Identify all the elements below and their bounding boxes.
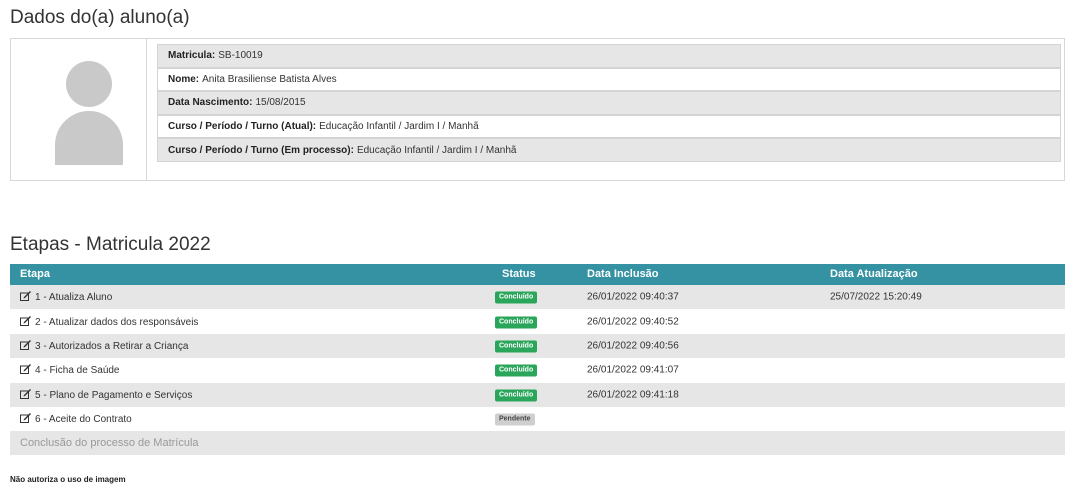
steps-table-header: Etapa Status Data Inclusão Data Atualiza… <box>10 264 1065 285</box>
student-photo-cell <box>11 39 147 180</box>
info-label: Curso / Período / Turno (Em processo): <box>168 144 354 156</box>
date-inclusao: 26/01/2022 09:41:18 <box>587 389 679 401</box>
info-row-nome: Nome: Anita Brasiliense Batista Alves <box>157 67 1061 92</box>
step-label: 1 - Atualiza Aluno <box>35 292 113 304</box>
info-label: Matricula: <box>168 50 216 62</box>
info-value: Educação Infantil / Jardim I / Manhã <box>319 121 479 133</box>
step-link[interactable]: 2 - Atualizar dados dos responsáveis <box>20 315 199 328</box>
step-link[interactable]: 6 - Aceite do Contrato <box>20 413 132 425</box>
edit-icon <box>20 315 31 326</box>
step-label: 6 - Aceite do Contrato <box>35 414 132 426</box>
table-row[interactable]: 3 - Autorizados a Retirar a Criança Conc… <box>10 333 1065 359</box>
avatar-placeholder-icon <box>55 61 123 165</box>
step-label: 5 - Plano de Pagamento e Serviços <box>35 389 193 401</box>
info-label: Data Nascimento: <box>168 97 253 109</box>
column-header-data-inclusao: Data Inclusão <box>587 268 659 280</box>
table-row[interactable]: 6 - Aceite do Contrato Pendente <box>10 406 1065 432</box>
info-row-matricula: Matricula: SB-10019 <box>157 44 1061 68</box>
status-badge: Pendente <box>495 413 535 426</box>
info-value: SB-10019 <box>218 50 263 62</box>
step-link[interactable]: 3 - Autorizados a Retirar a Criança <box>20 339 189 352</box>
info-label: Curso / Período / Turno (Atual): <box>168 121 317 133</box>
step-link[interactable]: 1 - Atualiza Aluno <box>20 291 112 303</box>
date-inclusao: 26/01/2022 09:40:56 <box>587 340 679 352</box>
final-step-label: Conclusão do processo de Matrícula <box>20 437 199 450</box>
final-step-row: Conclusão do processo de Matrícula <box>10 431 1065 456</box>
step-label: 2 - Atualizar dados dos responsáveis <box>35 316 199 328</box>
info-value: Educação Infantil / Jardim I / Manhã <box>356 144 517 156</box>
status-badge: Concluído <box>495 364 538 377</box>
edit-icon <box>20 413 31 424</box>
student-section-title: Dados do(a) aluno(a) <box>10 7 190 28</box>
date-inclusao: 26/01/2022 09:40:52 <box>587 316 679 328</box>
table-row[interactable]: 4 - Ficha de Saúde Concluído 26/01/2022 … <box>10 358 1065 383</box>
step-link[interactable]: 4 - Ficha de Saúde <box>20 364 120 376</box>
edit-icon <box>20 388 31 399</box>
step-link[interactable]: 5 - Plano de Pagamento e Serviços <box>20 388 193 401</box>
step-label: 3 - Autorizados a Retirar a Criança <box>35 340 189 352</box>
column-header-etapa: Etapa <box>20 268 50 280</box>
date-inclusao: 26/01/2022 09:41:07 <box>587 364 679 376</box>
date-inclusao: 26/01/2022 09:40:37 <box>587 291 679 303</box>
student-info-table: Matricula: SB-10019 Nome: Anita Brasilie… <box>157 44 1061 162</box>
edit-icon <box>20 339 31 350</box>
edit-icon <box>20 364 31 375</box>
info-row-curso-processo: Curso / Período / Turno (Em processo): E… <box>157 138 1061 162</box>
status-badge: Concluído <box>495 340 538 353</box>
info-row-curso-atual: Curso / Período / Turno (Atual): Educaçã… <box>157 114 1061 139</box>
status-badge: Concluído <box>495 316 538 329</box>
steps-section-title: Etapas - Matricula 2022 <box>10 234 211 255</box>
image-consent-note: Não autoriza o uso de imagem <box>10 475 126 484</box>
table-row[interactable]: 1 - Atualiza Aluno Concluído 26/01/2022 … <box>10 285 1065 310</box>
table-row[interactable]: 5 - Plano de Pagamento e Serviços Conclu… <box>10 382 1065 407</box>
student-info-panel: Matricula: SB-10019 Nome: Anita Brasilie… <box>10 38 1065 181</box>
steps-table: Etapa Status Data Inclusão Data Atualiza… <box>10 264 1065 456</box>
step-label: 4 - Ficha de Saúde <box>35 365 120 377</box>
info-value: 15/08/2015 <box>255 97 306 109</box>
info-row-nascimento: Data Nascimento: 15/08/2015 <box>157 91 1061 115</box>
table-row[interactable]: 2 - Atualizar dados dos responsáveis Con… <box>10 309 1065 334</box>
date-atualizacao: 25/07/2022 15:20:49 <box>830 291 922 303</box>
status-badge: Concluído <box>495 389 538 402</box>
column-header-data-atualizacao: Data Atualização <box>830 268 918 280</box>
column-header-status: Status <box>502 268 536 280</box>
status-badge: Concluído <box>495 291 538 304</box>
info-value: Anita Brasiliense Batista Alves <box>202 73 337 85</box>
info-label: Nome: <box>168 73 200 85</box>
edit-icon <box>20 291 31 302</box>
